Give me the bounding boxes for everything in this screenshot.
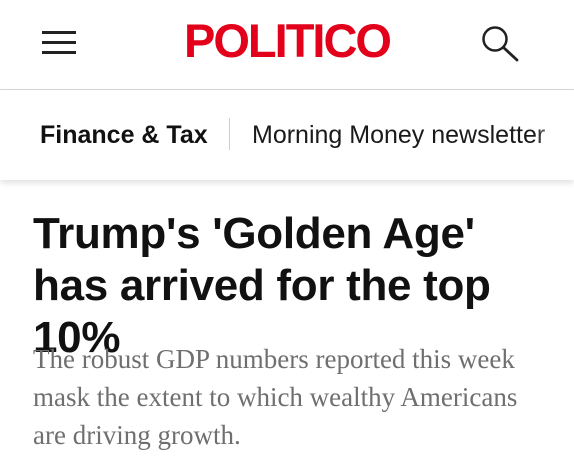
article-dek: The robust GDP numbers reported this wee… [33,344,518,450]
section-nav: Finance & Tax Morning Money newsletter [0,90,574,180]
nav-divider [229,118,230,150]
search-button[interactable] [480,24,522,62]
nav-fade-overlay [534,90,574,180]
search-icon [482,26,519,62]
nav-link-morning-money[interactable]: Morning Money newsletter [252,120,545,150]
nav-section-finance-tax[interactable]: Finance & Tax [40,120,208,150]
site-header: POLITICO [0,0,574,90]
